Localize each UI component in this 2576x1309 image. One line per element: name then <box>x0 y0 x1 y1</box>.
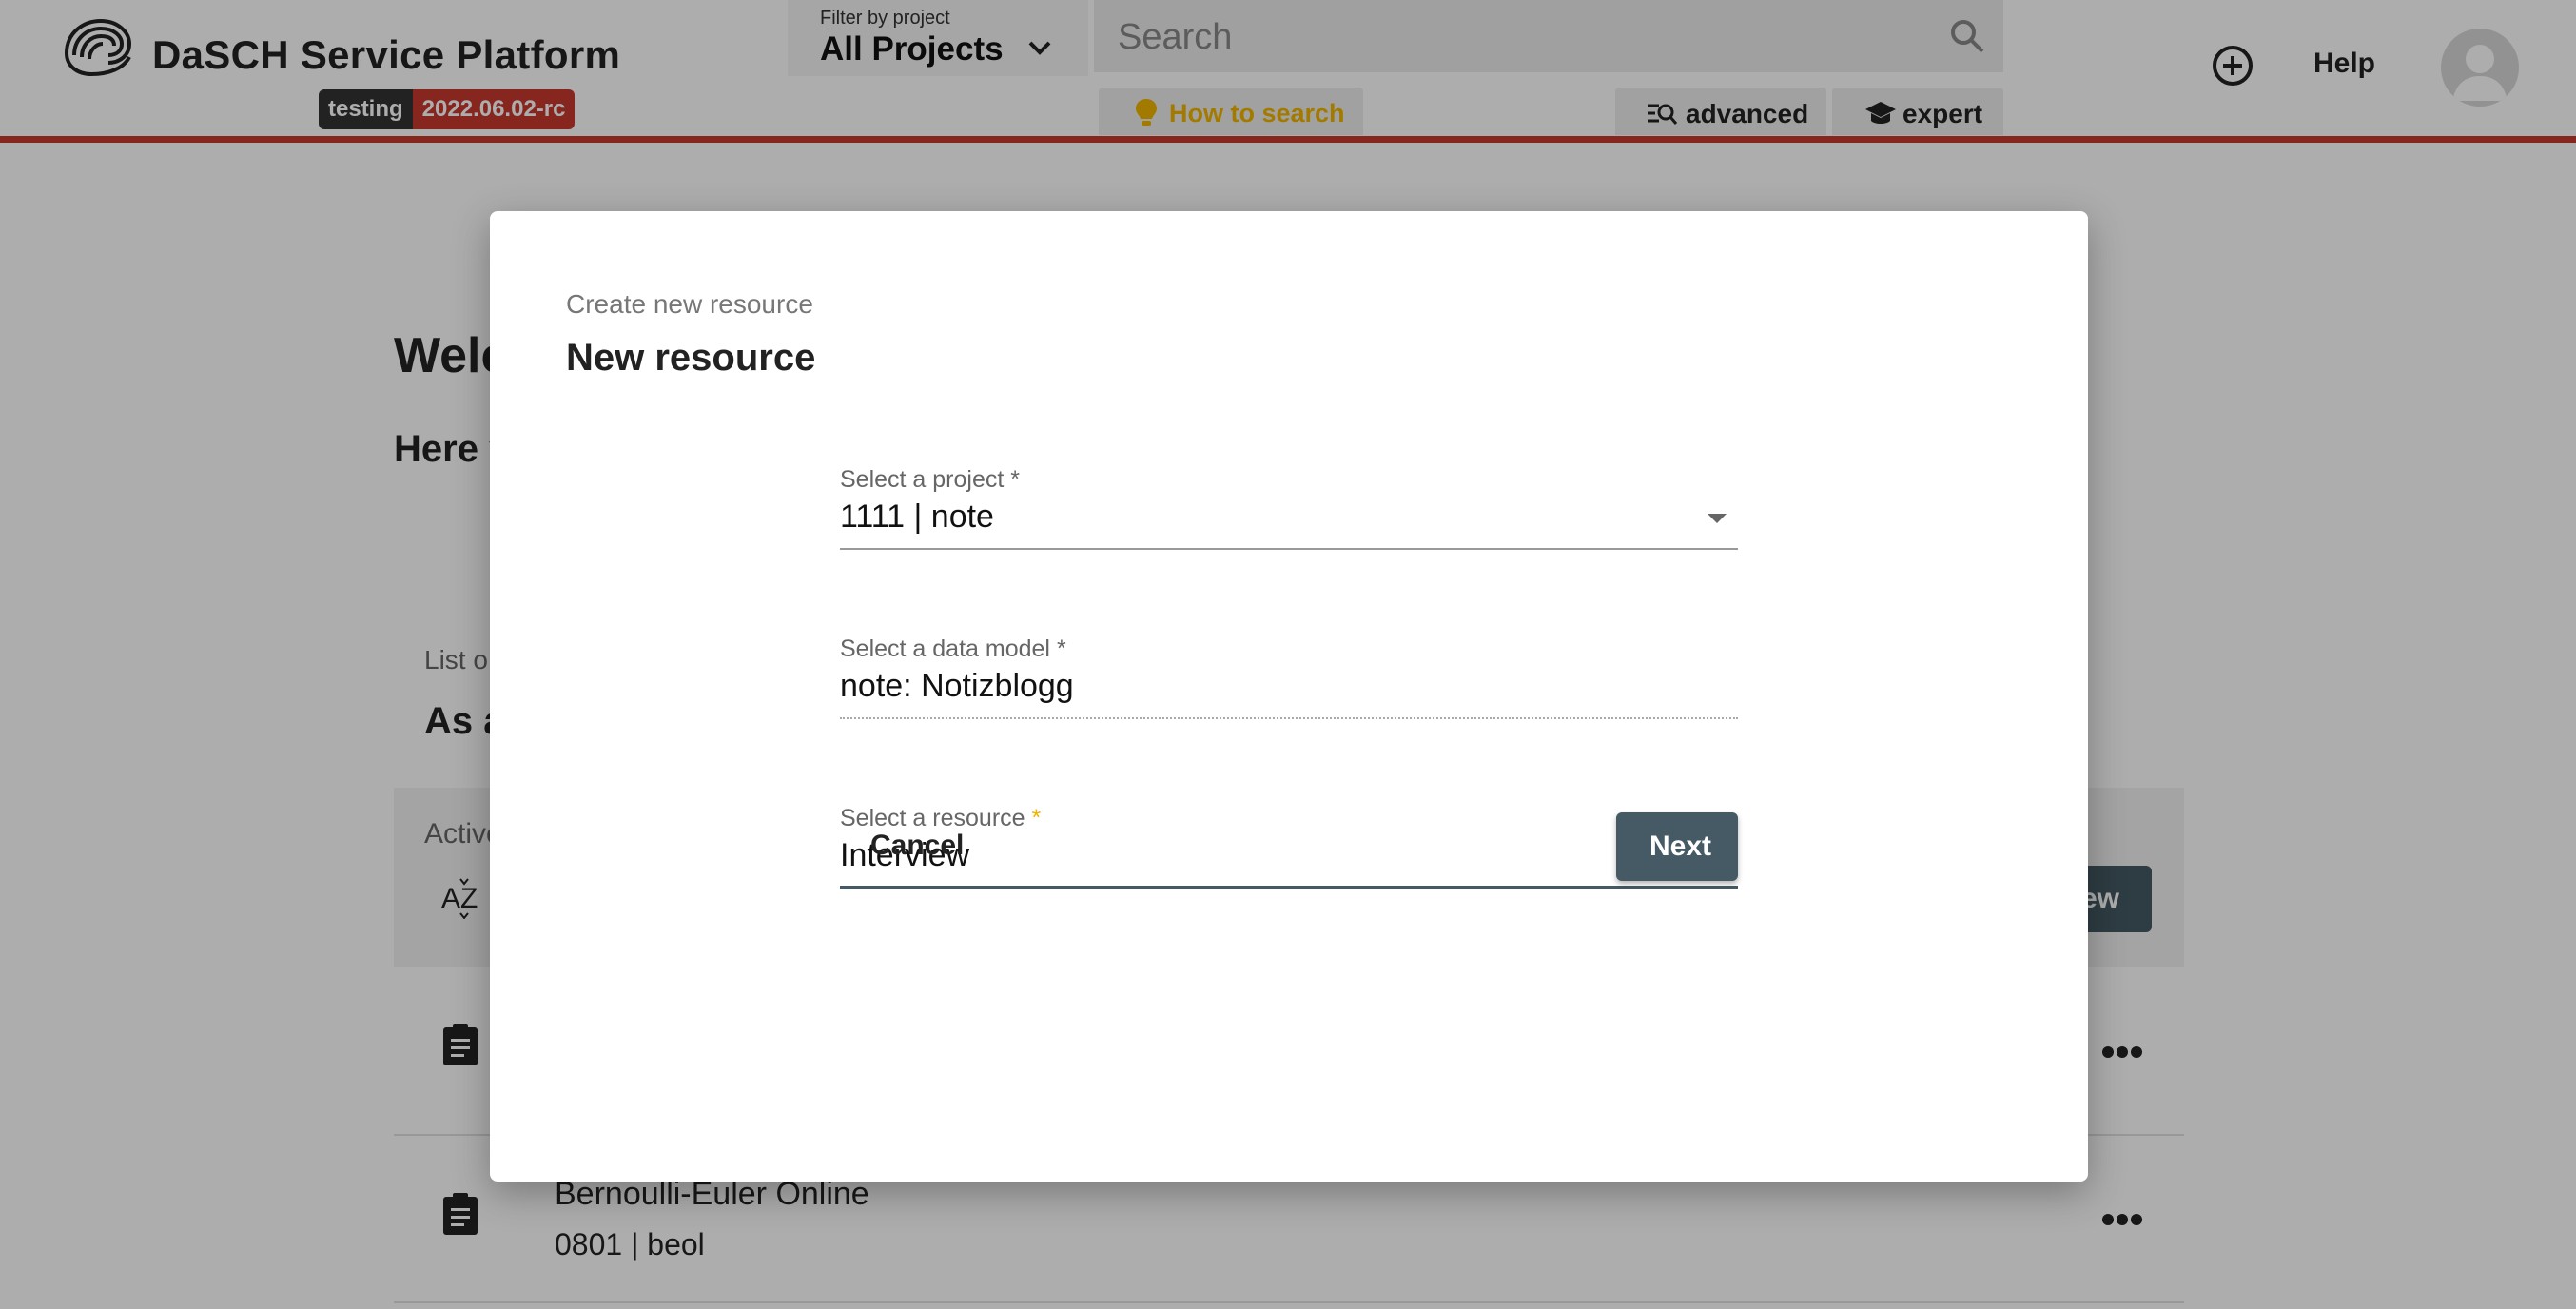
dropdown-arrow-icon[interactable] <box>1708 514 1727 523</box>
resource-class-select[interactable]: Select a resource * Interview <box>840 805 1738 900</box>
cancel-button[interactable] <box>350 811 521 879</box>
dialog-title: New resource <box>566 337 816 379</box>
project-select-value[interactable]: 1111 | note <box>840 498 994 536</box>
data-model-label: Select a data model * <box>840 635 1066 662</box>
field-underline <box>840 548 1738 550</box>
create-resource-dialog: Create new resource New resource Select … <box>490 211 2088 1182</box>
field-underline-disabled <box>840 717 1738 719</box>
data-model-field: Select a data model * note: Notizblogg <box>840 635 1738 731</box>
project-select[interactable]: Select a project * 1111 | note <box>840 466 1738 561</box>
data-model-value: note: Notizblogg <box>840 668 1074 704</box>
project-select-label: Select a project * <box>840 466 1021 493</box>
next-button-label[interactable]: Next <box>1649 830 1711 863</box>
cancel-button-label[interactable]: Cancel <box>870 830 964 862</box>
resource-select-label: Select a resource * <box>840 805 1042 831</box>
dialog-subtitle: Create new resource <box>566 289 813 319</box>
field-underline-focused <box>840 886 1738 889</box>
